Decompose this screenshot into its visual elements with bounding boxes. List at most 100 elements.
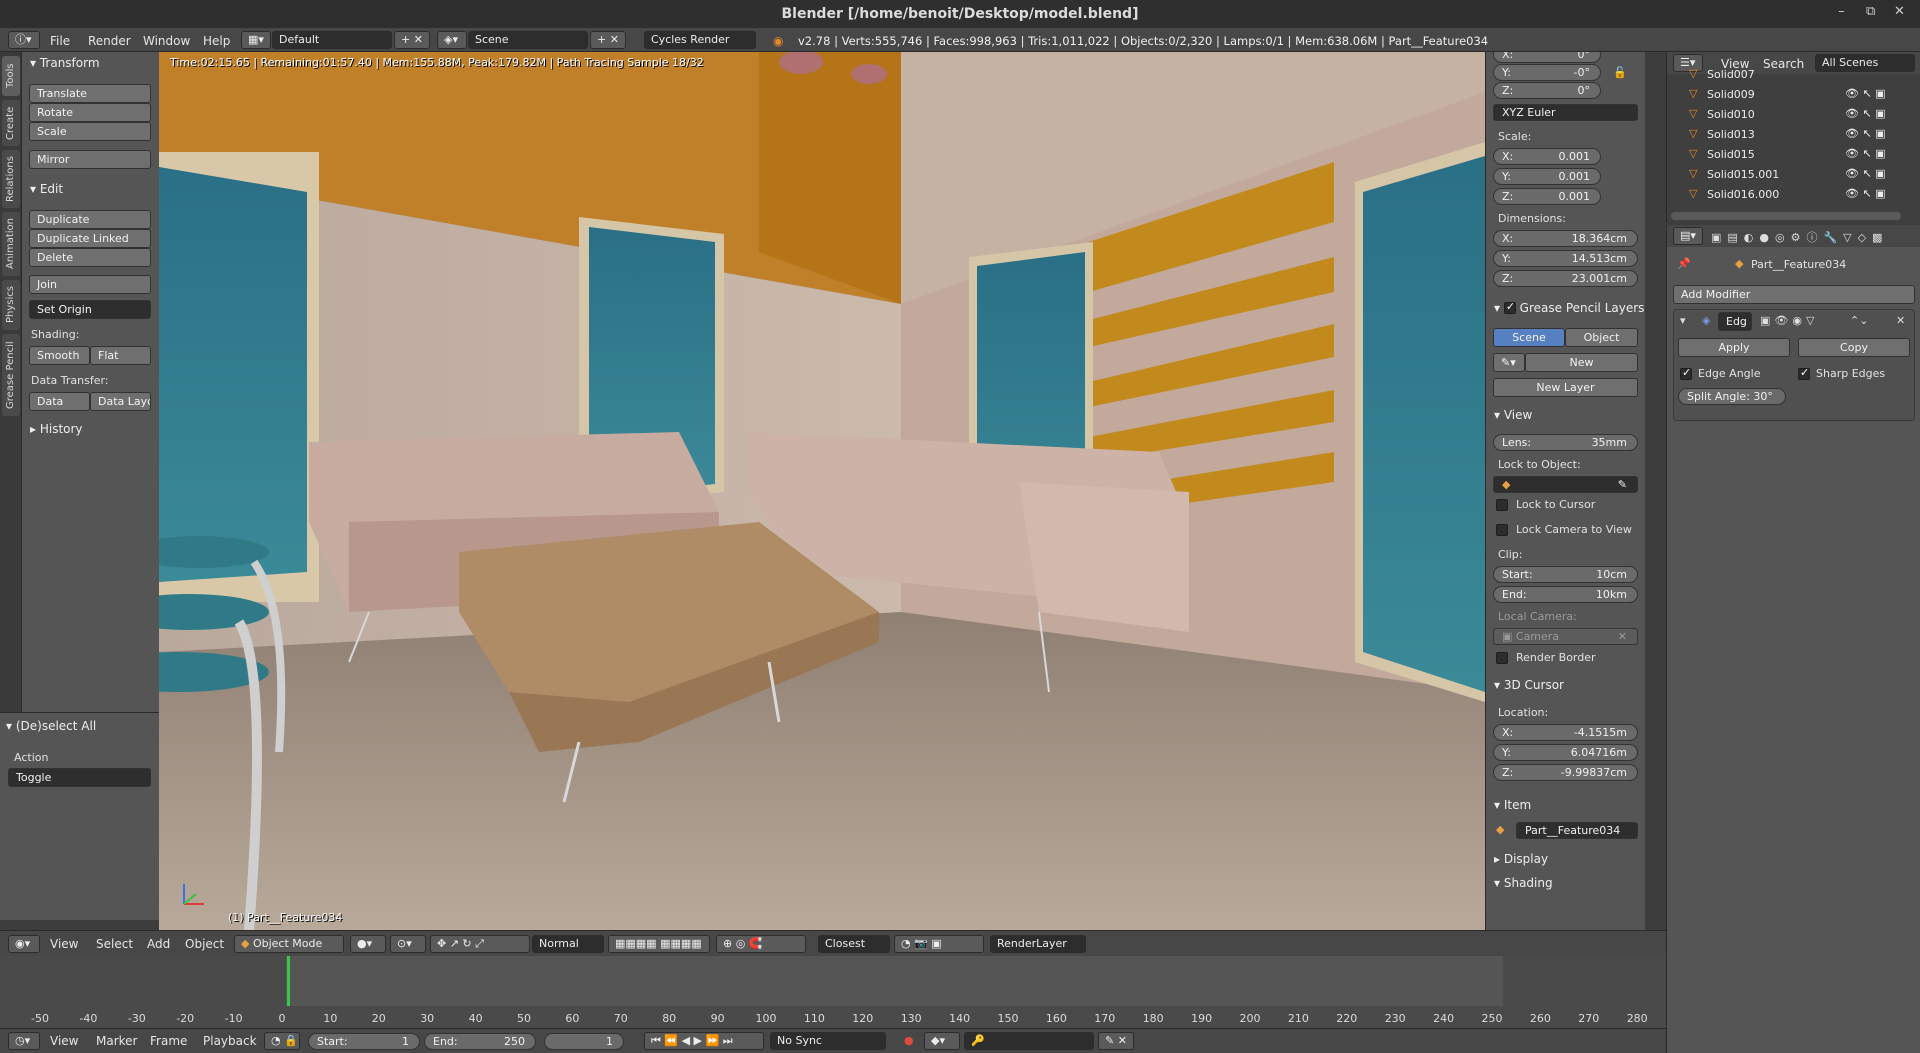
- move-up-down-icon[interactable]: ⌃⌄: [1850, 314, 1868, 327]
- edit-panel-header[interactable]: ▾ Edit: [30, 182, 63, 196]
- end-frame-field[interactable]: End: 250: [424, 1033, 536, 1050]
- clip-start-field[interactable]: Start: 10cm: [1493, 566, 1638, 583]
- add-modifier-dropdown[interactable]: Add Modifier: [1673, 285, 1915, 304]
- tab-animation[interactable]: Animation: [2, 212, 20, 276]
- history-panel-header[interactable]: ▸ History: [30, 422, 83, 436]
- scene-add-remove-icon[interactable]: + ✕: [590, 31, 626, 49]
- mirror-button[interactable]: Mirror: [29, 150, 151, 169]
- scene-selector[interactable]: Scene: [468, 31, 588, 49]
- view3d-menu-view[interactable]: View: [50, 937, 78, 951]
- view3d-menu-add[interactable]: Add: [147, 937, 170, 951]
- scale-y-field[interactable]: Y: 0.001: [1493, 168, 1601, 185]
- outliner-row[interactable]: ▽ Solid010 👁 ↖ ▣: [1667, 106, 1920, 125]
- outliner-row[interactable]: ▽ Solid016.000 👁 ↖ ▣: [1667, 186, 1920, 205]
- menu-file[interactable]: File: [50, 34, 70, 48]
- render-engine-selector[interactable]: Cycles Render: [644, 31, 756, 49]
- timeline[interactable]: -50 -40 -30 -20 -10 0 10 20 30 40 50 60 70 80 90 100 110…: [0, 956, 1666, 1028]
- insert-keyframe-icons[interactable]: ✎ ✕: [1098, 1032, 1134, 1050]
- eyedropper-icon[interactable]: ✎: [1618, 477, 1627, 492]
- rotate-button[interactable]: Rotate: [29, 103, 151, 122]
- modifier-name-field[interactable]: Edg: [1718, 312, 1752, 331]
- action-dropdown[interactable]: Toggle: [8, 768, 151, 787]
- tab-grease-pencil[interactable]: Grease Pencil: [2, 334, 20, 416]
- current-frame-field[interactable]: 1: [544, 1033, 624, 1050]
- lock-camera-checkbox[interactable]: [1496, 524, 1508, 536]
- flat-button[interactable]: Flat: [90, 346, 151, 365]
- editor-type-icon[interactable]: ⓘ▾: [8, 31, 40, 49]
- properties-editor-icon[interactable]: ▤▾: [1673, 227, 1703, 245]
- sync-mode-dropdown[interactable]: No Sync: [770, 1032, 886, 1050]
- lock-object-field[interactable]: ◆ ✎: [1493, 476, 1638, 493]
- cursor-y-field[interactable]: Y: 6.04716m: [1493, 744, 1638, 761]
- pin-icon[interactable]: 📌: [1677, 257, 1691, 270]
- join-button[interactable]: Join: [29, 275, 151, 294]
- lock-icon[interactable]: 🔓: [1613, 66, 1627, 79]
- preview-range-icons[interactable]: ◔ 🔒: [264, 1032, 300, 1050]
- duplicate-linked-button[interactable]: Duplicate Linked: [29, 229, 151, 248]
- rotation-y-field[interactable]: Y: -0°: [1493, 64, 1601, 81]
- grease-pencil-checkbox[interactable]: [1503, 300, 1516, 314]
- copy-button[interactable]: Copy: [1798, 338, 1910, 357]
- outliner-scrollbar[interactable]: [1671, 212, 1901, 220]
- scale-button[interactable]: Scale: [29, 122, 151, 141]
- layout-icon[interactable]: ▦▾: [241, 31, 271, 49]
- scene-icon[interactable]: ◈▾: [437, 31, 467, 49]
- item-panel-header[interactable]: ▾ Item: [1494, 798, 1531, 812]
- local-camera-field[interactable]: ▣ Camera ✕: [1493, 628, 1638, 645]
- keying-icon[interactable]: ◆▾: [924, 1032, 960, 1050]
- layout-add-remove-icon[interactable]: + ✕: [394, 31, 430, 49]
- translate-button[interactable]: Translate: [29, 84, 151, 103]
- transform-panel-header[interactable]: ▾ Transform: [30, 56, 100, 70]
- timeline-menu-view[interactable]: View: [50, 1034, 78, 1048]
- timeline-menu-marker[interactable]: Marker: [96, 1034, 137, 1048]
- view3d-menu-select[interactable]: Select: [96, 937, 133, 951]
- shading-panel-header[interactable]: ▾ Shading: [1494, 876, 1553, 890]
- visibility-eye-icon[interactable]: 👁 ↖ ▣: [1845, 167, 1886, 180]
- dimension-x-field[interactable]: X: 18.364cm: [1493, 230, 1638, 247]
- current-frame-marker[interactable]: [287, 956, 290, 1006]
- grease-scene-button[interactable]: Scene: [1493, 328, 1565, 347]
- shading-mode-icon[interactable]: ●▾: [350, 935, 386, 953]
- dimension-z-field[interactable]: Z: 23.001cm: [1493, 270, 1638, 287]
- dimension-y-field[interactable]: Y: 14.513cm: [1493, 250, 1638, 267]
- collapse-icon[interactable]: ▾: [1680, 314, 1686, 327]
- new-grease-button[interactable]: New: [1525, 353, 1638, 372]
- clip-end-field[interactable]: End: 10km: [1493, 586, 1638, 603]
- tab-relations[interactable]: Relations: [2, 150, 20, 208]
- property-context-icons[interactable]: ▣▤◐●◎⚙ⓘ🔧▽◇▩: [1711, 229, 1888, 245]
- tab-physics[interactable]: Physics: [2, 280, 20, 330]
- remove-modifier-icon[interactable]: ✕: [1896, 314, 1905, 327]
- set-origin-dropdown[interactable]: Set Origin: [29, 300, 151, 319]
- delete-button[interactable]: Delete: [29, 248, 151, 267]
- apply-button[interactable]: Apply: [1678, 338, 1790, 357]
- grease-pencil-header[interactable]: ▾ Grease Pencil Layers: [1494, 300, 1644, 315]
- minimize-icon[interactable]: –: [1838, 4, 1845, 19]
- tab-create[interactable]: Create: [2, 100, 20, 146]
- rotation-z-field[interactable]: Z: 0°: [1493, 82, 1601, 99]
- view3d-menu-object[interactable]: Object: [185, 937, 224, 951]
- cursor-panel-header[interactable]: ▾ 3D Cursor: [1494, 678, 1564, 692]
- mode-dropdown[interactable]: ◆ Object Mode: [234, 935, 344, 953]
- visibility-eye-icon[interactable]: 👁 ↖ ▣: [1845, 87, 1886, 100]
- render-icons[interactable]: ◔ 📷 ▣: [894, 935, 984, 953]
- clear-camera-icon[interactable]: ✕: [1618, 629, 1627, 644]
- timeline-editor-icon[interactable]: ◷▾: [8, 1032, 40, 1050]
- smooth-button[interactable]: Smooth: [29, 346, 90, 365]
- keying-set-field[interactable]: 🔑: [964, 1032, 1094, 1050]
- sharp-edges-checkbox[interactable]: [1798, 366, 1810, 380]
- playback-controls[interactable]: ⏮ ⏪ ◀ ▶ ⏩ ⏭: [644, 1032, 764, 1050]
- data-button[interactable]: Data: [29, 392, 90, 411]
- render-layer-selector[interactable]: RenderLayer: [990, 935, 1086, 953]
- rotation-x-field[interactable]: X: 0°: [1493, 52, 1601, 63]
- cursor-z-field[interactable]: Z: -9.99837cm: [1493, 764, 1638, 781]
- visibility-eye-icon[interactable]: 👁 ↖ ▣: [1845, 147, 1886, 160]
- timeline-menu-frame[interactable]: Frame: [150, 1034, 187, 1048]
- scale-z-field[interactable]: Z: 0.001: [1493, 188, 1601, 205]
- grease-object-button[interactable]: Object: [1565, 328, 1638, 347]
- snap-target-dropdown[interactable]: Closest: [818, 935, 890, 953]
- close-window-icon[interactable]: ✕: [1894, 4, 1905, 19]
- layout-selector[interactable]: Default: [272, 31, 392, 49]
- outliner-row[interactable]: ▽ Solid007: [1667, 66, 1920, 85]
- visibility-eye-icon[interactable]: 👁 ↖ ▣: [1845, 187, 1886, 200]
- 3d-viewport[interactable]: Time:02:15.65 | Remaining:01:57.40 | Mem…: [159, 52, 1485, 930]
